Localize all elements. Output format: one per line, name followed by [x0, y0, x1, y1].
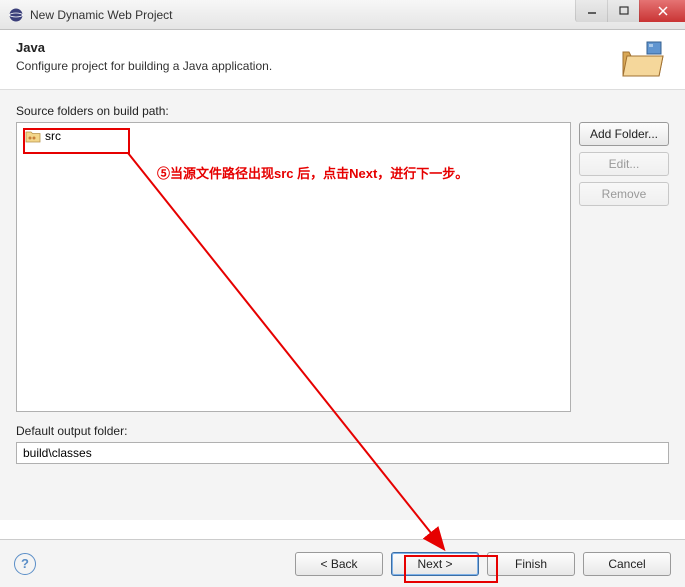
- eclipse-icon: [8, 7, 24, 23]
- titlebar: New Dynamic Web Project: [0, 0, 685, 30]
- close-button[interactable]: [639, 0, 685, 22]
- wizard-header: Java Configure project for building a Ja…: [0, 30, 685, 90]
- add-folder-button[interactable]: Add Folder...: [579, 122, 669, 146]
- back-button[interactable]: < Back: [295, 552, 383, 576]
- window-controls: [575, 0, 685, 22]
- page-description: Configure project for building a Java ap…: [16, 59, 669, 73]
- page-title: Java: [16, 40, 669, 55]
- next-button[interactable]: Next >: [391, 552, 479, 576]
- folder-buttons: Add Folder... Edit... Remove: [579, 122, 669, 412]
- help-icon[interactable]: ?: [14, 553, 36, 575]
- edit-button: Edit...: [579, 152, 669, 176]
- source-folders-list[interactable]: src: [16, 122, 571, 412]
- minimize-button[interactable]: [575, 0, 607, 22]
- folder-open-icon: [619, 38, 667, 86]
- wizard-footer: ? < Back Next > Finish Cancel: [0, 539, 685, 587]
- window-title: New Dynamic Web Project: [30, 8, 173, 22]
- package-folder-icon: [25, 129, 41, 143]
- output-folder-input[interactable]: [16, 442, 669, 464]
- cancel-button[interactable]: Cancel: [583, 552, 671, 576]
- wizard-content: Source folders on build path: src Add Fo…: [0, 90, 685, 520]
- output-folder-label: Default output folder:: [16, 424, 669, 438]
- list-item[interactable]: src: [21, 127, 65, 145]
- source-folders-label: Source folders on build path:: [16, 104, 669, 118]
- folder-name: src: [45, 129, 61, 143]
- remove-button: Remove: [579, 182, 669, 206]
- finish-button[interactable]: Finish: [487, 552, 575, 576]
- maximize-button[interactable]: [607, 0, 639, 22]
